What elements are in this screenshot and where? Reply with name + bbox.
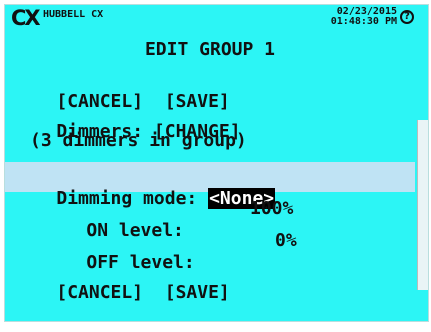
- cancel-button-bottom[interactable]: [CANCEL]: [56, 282, 143, 303]
- off-level-value[interactable]: 0%: [275, 230, 297, 252]
- device-screen: CX HUBBELL CX 02/23/2015 01:48:30 PM ? E…: [4, 4, 429, 322]
- help-icon[interactable]: ?: [400, 10, 414, 24]
- datetime-display: 02/23/2015 01:48:30 PM: [317, 7, 397, 27]
- scrollbar[interactable]: [417, 5, 428, 321]
- time-text: 01:48:30 PM: [330, 16, 397, 27]
- bottom-action-row: [CANCEL] [SAVE]: [13, 260, 230, 326]
- save-button-bottom[interactable]: [SAVE]: [165, 282, 230, 303]
- scrollbar-thumb[interactable]: [417, 120, 428, 290]
- cx-logo: CX: [11, 6, 41, 30]
- page-title: EDIT GROUP 1: [144, 39, 276, 60]
- on-level-value[interactable]: 100%: [250, 198, 293, 220]
- brand-label: HUBBELL CX: [43, 9, 104, 20]
- dimmers-summary: (3 dimmers in group): [30, 130, 247, 151]
